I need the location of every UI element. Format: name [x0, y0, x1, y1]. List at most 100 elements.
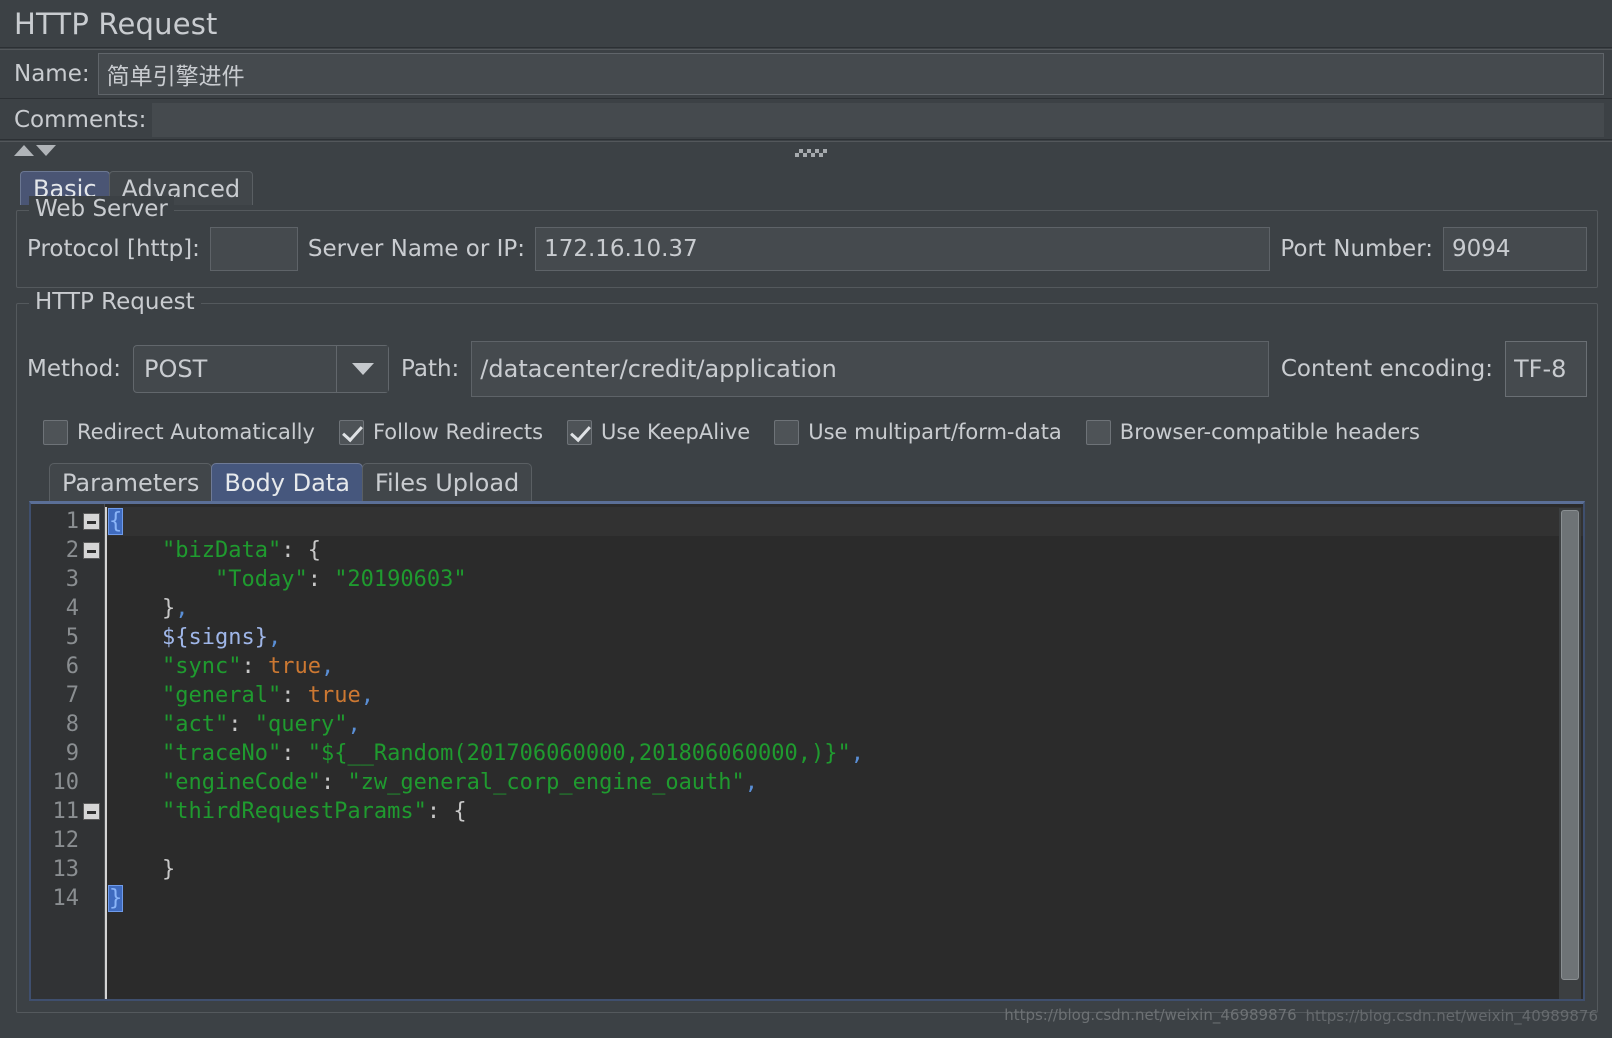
gutter-line: 4 — [31, 594, 104, 623]
path-input[interactable] — [471, 341, 1269, 397]
editor-vertical-scrollbar[interactable] — [1559, 508, 1581, 999]
line-number: 5 — [65, 625, 79, 650]
checkbox-item[interactable]: Use multipart/form-data — [774, 419, 1062, 445]
code-token: : { — [281, 538, 321, 563]
gutter-line: 6 — [31, 652, 104, 681]
code-line[interactable]: "traceNo": "${__Random(201706060000,2018… — [105, 739, 1583, 768]
checkbox-label: Follow Redirects — [372, 420, 544, 444]
checkbox-item[interactable]: Follow Redirects — [338, 419, 544, 445]
code-token: , — [267, 625, 282, 650]
watermark-text-b: https://blog.csdn.net/weixin_40989876 — [1305, 1007, 1598, 1025]
code-token: , — [347, 712, 361, 737]
checkbox-checked-icon[interactable] — [567, 419, 593, 445]
editor-code-area[interactable]: { "bizData": { "Today": "20190603" }, ${… — [105, 504, 1583, 999]
gutter-line: 3 — [31, 565, 104, 594]
code-line[interactable]: }, — [105, 594, 1583, 623]
comments-row: Comments: — [0, 100, 1612, 140]
editor-scrollbar-thumb[interactable] — [1561, 510, 1579, 980]
code-token: "thirdRequestParams" — [161, 799, 427, 824]
checkbox-item[interactable]: Use KeepAlive — [567, 419, 750, 445]
code-token: "sync" — [161, 654, 242, 679]
code-line[interactable]: "engineCode": "zw_general_corp_engine_oa… — [105, 768, 1583, 797]
protocol-input[interactable] — [209, 227, 298, 271]
line-number: 8 — [65, 712, 79, 737]
gutter-line: 13 — [31, 855, 104, 884]
code-line[interactable]: ${signs}, — [105, 623, 1583, 652]
code-line[interactable]: { — [105, 507, 1583, 536]
gutter-line: 11 — [31, 797, 104, 826]
http-request-group: HTTP Request Method: POST Path: Content … — [16, 289, 1598, 1013]
code-line[interactable]: "act": "query", — [105, 710, 1583, 739]
line-number: 10 — [52, 770, 80, 795]
code-line[interactable]: "Today": "20190603" — [105, 565, 1583, 594]
comments-input[interactable] — [152, 102, 1604, 137]
tab-files-upload[interactable]: Files Upload — [361, 463, 533, 501]
code-token: } — [109, 596, 176, 621]
checkbox-checked-icon[interactable] — [338, 419, 364, 445]
fold-collapse-icon[interactable] — [83, 542, 100, 559]
code-line[interactable]: } — [105, 884, 1583, 913]
method-dropdown-value: POST — [144, 355, 208, 383]
checkbox-unchecked-icon[interactable] — [43, 419, 68, 445]
collapse-up-icon[interactable] — [14, 145, 34, 156]
code-token: , — [320, 654, 335, 679]
content-encoding-input[interactable] — [1505, 341, 1587, 397]
web-server-row: Protocol [http]: Server Name or IP: Port… — [17, 211, 1597, 287]
checkbox-unchecked-icon[interactable] — [774, 419, 800, 445]
method-label: Method: — [27, 356, 122, 382]
body-tab-bar: Parameters Body Data Files Upload — [17, 461, 1597, 501]
fold-collapse-icon[interactable] — [83, 513, 100, 530]
code-line[interactable]: "thirdRequestParams": { — [105, 797, 1583, 826]
line-number: 9 — [65, 741, 79, 766]
line-number: 3 — [65, 567, 79, 592]
code-token: , — [360, 683, 374, 708]
web-server-group-title: Web Server — [29, 196, 174, 222]
comments-label: Comments: — [14, 106, 147, 133]
checkbox-label: Redirect Automatically — [77, 420, 315, 444]
fold-collapse-icon[interactable] — [83, 803, 100, 820]
watermark: https://blog.csdn.net/weixin_46989876 ht… — [1004, 1006, 1598, 1025]
code-line[interactable]: } — [105, 855, 1583, 884]
line-number: 4 — [65, 596, 79, 621]
code-token: "20190603" — [334, 567, 467, 592]
tab-body-data[interactable]: Body Data — [211, 463, 363, 501]
http-request-group-title: HTTP Request — [29, 289, 201, 315]
line-number: 13 — [52, 857, 80, 882]
checkbox-item[interactable]: Browser-compatible headers — [1085, 419, 1420, 445]
code-token: true — [267, 654, 321, 679]
body-data-editor[interactable]: 1 2 3 4 5 6 7 8 9 10 11 12 13 14 { "bizData": { "Toda… — [29, 501, 1585, 1001]
editor-gutter[interactable]: 1 2 3 4 5 6 7 8 9 10 11 12 13 14 — [31, 504, 105, 999]
collapse-down-icon[interactable] — [36, 145, 56, 156]
splitter-grip-icon[interactable] — [795, 149, 827, 157]
code-line[interactable]: "sync": true, — [105, 652, 1583, 681]
code-token: , — [175, 596, 189, 621]
code-line[interactable] — [105, 826, 1583, 855]
port-number-label: Port Number: — [1280, 236, 1433, 262]
code-line[interactable]: "bizData": { — [105, 536, 1583, 565]
server-name-label: Server Name or IP: — [307, 236, 526, 262]
port-number-input[interactable] — [1443, 227, 1587, 271]
method-dropdown[interactable]: POST — [133, 345, 390, 393]
splitter-arrows[interactable] — [14, 145, 56, 156]
http-method-row: Method: POST Path: Content encoding: — [17, 338, 1597, 400]
method-dropdown-arrow[interactable] — [336, 346, 389, 392]
checkbox-unchecked-icon[interactable] — [1085, 419, 1111, 445]
tab-parameters[interactable]: Parameters — [49, 463, 213, 501]
code-line[interactable]: "general": true, — [105, 681, 1583, 710]
gutter-line: 1 — [31, 507, 104, 536]
splitter-bar[interactable] — [0, 141, 1612, 163]
path-label: Path: — [401, 356, 460, 382]
name-input[interactable] — [97, 53, 1604, 95]
protocol-label: Protocol [http]: — [27, 236, 200, 262]
editor-caret — [105, 507, 107, 999]
server-name-input[interactable] — [535, 227, 1271, 271]
code-token: "Today" — [214, 567, 308, 592]
checkbox-item[interactable]: Redirect Automatically — [43, 419, 315, 445]
gutter-line: 12 — [31, 826, 104, 855]
code-token: "general" — [161, 683, 282, 708]
